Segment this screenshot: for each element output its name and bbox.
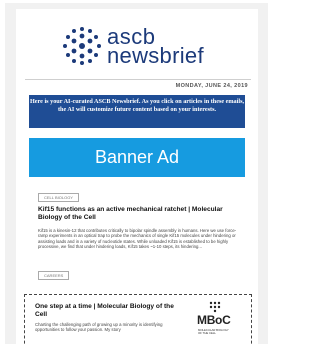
banner-ad[interactable]: Banner Ad — [29, 138, 245, 177]
email-preview-frame: ascb newsbrief MONDAY, JUNE 24, 2019 Her… — [5, 3, 268, 344]
mboc-wordmark: MBoC — [197, 313, 231, 327]
mboc-subtitle: MOLECULAR BIOLOGY OF THE CELL — [198, 328, 229, 336]
article-tag[interactable]: CAREERS — [38, 271, 70, 280]
issue-date: MONDAY, JUNE 24, 2019 — [175, 83, 248, 89]
featured-article[interactable]: One step at a time | Molecular Biology o… — [24, 294, 252, 344]
logo-wordmark: ascb newsbrief — [107, 26, 204, 68]
article-title[interactable]: Kif15 functions as an active mechanical … — [38, 206, 243, 222]
article-title[interactable]: One step at a time | Molecular Biology o… — [35, 303, 175, 319]
article-tag[interactable]: CELL BIOLOGY — [38, 193, 79, 202]
intro-banner: Here is your AI-curated ASCB Newsbrief. … — [29, 95, 245, 128]
article-snippet: Kif15 is a kinesin-12 that contributes c… — [38, 228, 237, 250]
newsletter-card: ascb newsbrief MONDAY, JUNE 24, 2019 Her… — [16, 9, 258, 344]
logo-line-2: newsbrief — [107, 43, 204, 68]
article-snippet: Charting the challenging path of growing… — [35, 322, 163, 333]
mboc-dots-icon — [209, 301, 221, 313]
divider — [25, 79, 251, 80]
ascb-globe-logo-icon — [63, 27, 101, 65]
ascb-newsbrief-logo[interactable]: ascb newsbrief — [61, 25, 221, 69]
mboc-journal-logo: MBoC MOLECULAR BIOLOGY OF THE CELL — [197, 301, 233, 344]
